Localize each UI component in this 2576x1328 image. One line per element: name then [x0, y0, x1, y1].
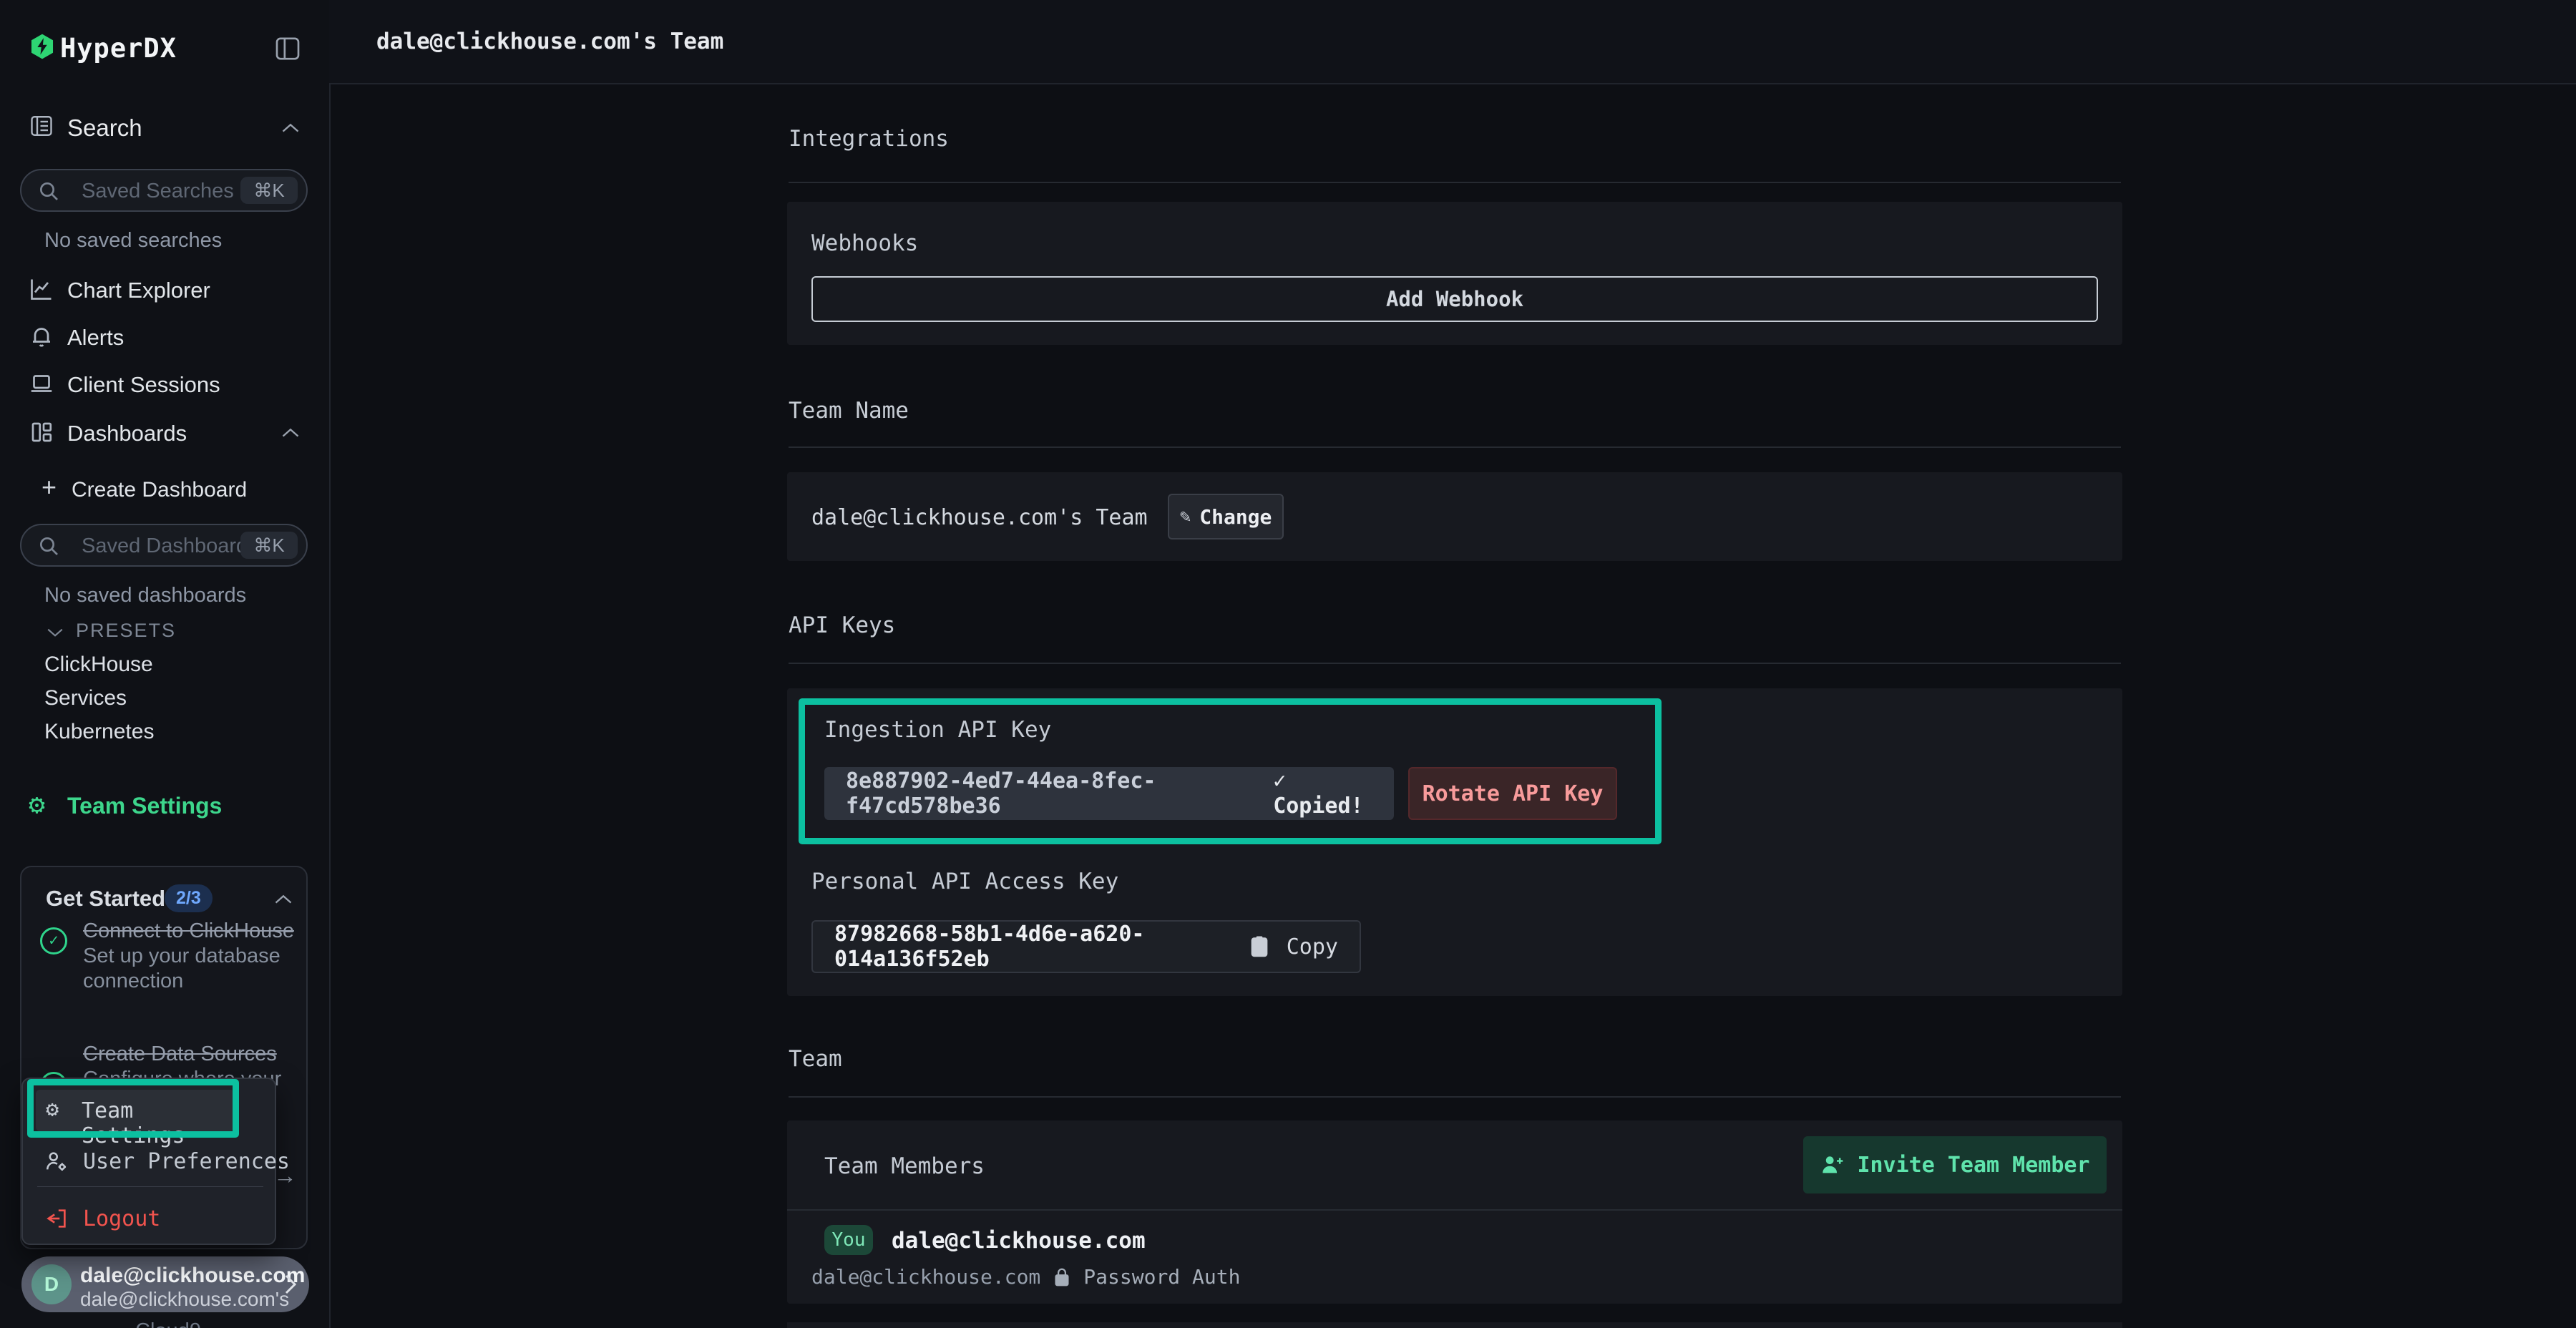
sidebar-item-dashboards[interactable]: Dashboards: [67, 421, 187, 446]
shortcut-badge: ⌘K: [240, 177, 298, 204]
lock-icon: [1053, 1267, 1070, 1287]
step-title: Create Data Sources: [83, 1042, 305, 1067]
hyperdx-logo-icon: [29, 33, 56, 60]
get-started-item-1[interactable]: Connect to ClickHouse Set up your databa…: [83, 919, 298, 994]
gear-icon: ⚙: [29, 788, 45, 820]
api-keys-heading: API Keys: [789, 612, 895, 638]
personal-api-key-value: 87982668-58b1-4d6e-a620-014a136f52eb: [834, 922, 1232, 972]
team-name-heading: Team Name: [789, 398, 909, 424]
team-members-card: Team Members Invite Team Member You dale…: [787, 1120, 2122, 1304]
menu-divider: [37, 1186, 263, 1187]
chevron-right-icon: [283, 1274, 298, 1295]
change-team-name-button[interactable]: ✎ Change: [1168, 494, 1284, 540]
webhooks-card: Webhooks Add Webhook: [787, 202, 2122, 345]
webhooks-label: Webhooks: [811, 230, 918, 256]
ingestion-api-key-value-box[interactable]: 8e887902-4ed7-44ea-8fec-f47cd578be36 ✓ C…: [824, 767, 1394, 820]
plus-icon: +: [42, 472, 57, 502]
get-started-title: Get Started: [46, 886, 165, 912]
ingestion-api-key-value: 8e887902-4ed7-44ea-8fec-f47cd578be36: [846, 768, 1243, 819]
invite-label: Invite Team Member: [1857, 1153, 2089, 1178]
logout-icon: [44, 1206, 69, 1231]
team-members-label: Team Members: [824, 1153, 985, 1179]
account-subtitle: dale@clickhouse.com's: [80, 1288, 289, 1311]
sidebar-item-chart-explorer[interactable]: Chart Explorer: [67, 278, 210, 303]
account-name: dale@clickhouse.com: [80, 1264, 305, 1288]
search-section-icon: [29, 113, 54, 139]
preset-services[interactable]: Services: [44, 686, 127, 711]
user-gear-icon: [44, 1149, 69, 1173]
account-menu: ⚙ Team Settings User Preferences Logout: [21, 1078, 276, 1245]
divider: [789, 182, 2121, 183]
chevron-down-icon[interactable]: [46, 627, 64, 638]
ingestion-api-key-label: Ingestion API Key: [824, 717, 1051, 743]
saved-searches-input[interactable]: Saved Searches ⌘K: [20, 169, 308, 212]
sidebar: HyperDX Search Saved Searches ⌘K No save…: [0, 0, 331, 1328]
sidebar-item-search[interactable]: Search: [67, 114, 142, 142]
divider: [789, 663, 2121, 664]
invite-team-member-button[interactable]: Invite Team Member: [1803, 1136, 2107, 1193]
chevron-up-icon[interactable]: [280, 426, 301, 439]
saved-searches-placeholder: Saved Searches: [82, 180, 234, 203]
team-name-value: dale@clickhouse.com's Team: [811, 505, 1148, 530]
gear-icon: ⚙: [46, 1097, 59, 1122]
pencil-icon: ✎: [1180, 506, 1191, 527]
rotate-api-key-button[interactable]: Rotate API Key: [1408, 767, 1617, 820]
search-icon: [37, 180, 60, 202]
collapse-sidebar-button[interactable]: [273, 34, 302, 63]
client-sessions-icon: [29, 371, 54, 396]
next-card-edge: [787, 1322, 2122, 1328]
api-keys-card: Ingestion API Key 8e887902-4ed7-44ea-8fe…: [787, 688, 2122, 996]
auth-method: Password Auth: [1083, 1265, 1240, 1289]
person-plus-icon: [1820, 1153, 1844, 1177]
alerts-bell-icon: [29, 323, 54, 349]
member-details-row: dale@clickhouse.com Password Auth: [811, 1265, 1240, 1289]
clipboard-icon: [1249, 935, 1269, 958]
top-bar: dale@clickhouse.com's Team: [329, 0, 2576, 84]
shortcut-badge: ⌘K: [240, 532, 298, 559]
add-webhook-button[interactable]: Add Webhook: [811, 276, 2098, 322]
step-description: Set up your database connection: [83, 944, 298, 994]
personal-api-key-value-box[interactable]: 87982668-58b1-4d6e-a620-014a136f52eb Cop…: [811, 920, 1361, 973]
chevron-up-icon[interactable]: [280, 122, 301, 135]
saved-dashboards-placeholder: Saved Dashboards: [82, 534, 258, 558]
account-button[interactable]: D dale@clickhouse.com dale@clickhouse.co…: [21, 1256, 309, 1312]
saved-dashboards-input[interactable]: Saved Dashboards ⌘K: [20, 524, 308, 567]
sidebar-item-team-settings[interactable]: Team Settings: [67, 793, 222, 819]
dashboards-icon: [29, 419, 54, 445]
app-window: HyperDX Search Saved Searches ⌘K No save…: [0, 0, 2576, 1328]
page-title: dale@clickhouse.com's Team: [376, 0, 2576, 83]
app-title: HyperDX: [60, 33, 177, 64]
step-title: Connect to ClickHouse: [83, 919, 298, 944]
chart-explorer-icon: [29, 276, 54, 302]
no-saved-dashboards-note: No saved dashboards: [44, 584, 246, 607]
check-circle-icon: ✓: [40, 927, 67, 954]
chevron-up-icon[interactable]: [273, 893, 293, 906]
you-badge: You: [824, 1225, 873, 1255]
get-started-progress-badge: 2/3: [165, 884, 213, 912]
create-dashboard-button[interactable]: Create Dashboard: [72, 478, 247, 502]
preset-kubernetes[interactable]: Kubernetes: [44, 720, 154, 744]
menu-item-team-settings[interactable]: ⚙ Team Settings: [36, 1090, 235, 1131]
change-label: Change: [1199, 505, 1272, 529]
personal-api-key-label: Personal API Access Key: [811, 869, 1118, 894]
divider: [789, 1096, 2121, 1098]
preset-clickhouse[interactable]: ClickHouse: [44, 653, 153, 677]
copied-indicator: ✓ Copied!: [1273, 768, 1372, 819]
sidebar-item-client-sessions[interactable]: Client Sessions: [67, 372, 220, 398]
copy-label: Copy: [1287, 934, 1338, 960]
no-saved-searches-note: No saved searches: [44, 229, 222, 253]
team-heading: Team: [789, 1046, 842, 1072]
presets-header[interactable]: PRESETS: [76, 620, 176, 642]
sidebar-item-alerts[interactable]: Alerts: [67, 325, 124, 351]
avatar: D: [31, 1264, 72, 1304]
member-email: dale@clickhouse.com: [811, 1265, 1040, 1289]
search-icon: [37, 534, 60, 557]
clipped-footer-text: Cloud9: [107, 1319, 229, 1328]
member-name: dale@clickhouse.com: [892, 1228, 1146, 1254]
divider: [789, 446, 2121, 448]
card-divider: [787, 1209, 2122, 1211]
team-name-card: dale@clickhouse.com's Team ✎ Change: [787, 472, 2122, 561]
integrations-heading: Integrations: [789, 126, 949, 152]
